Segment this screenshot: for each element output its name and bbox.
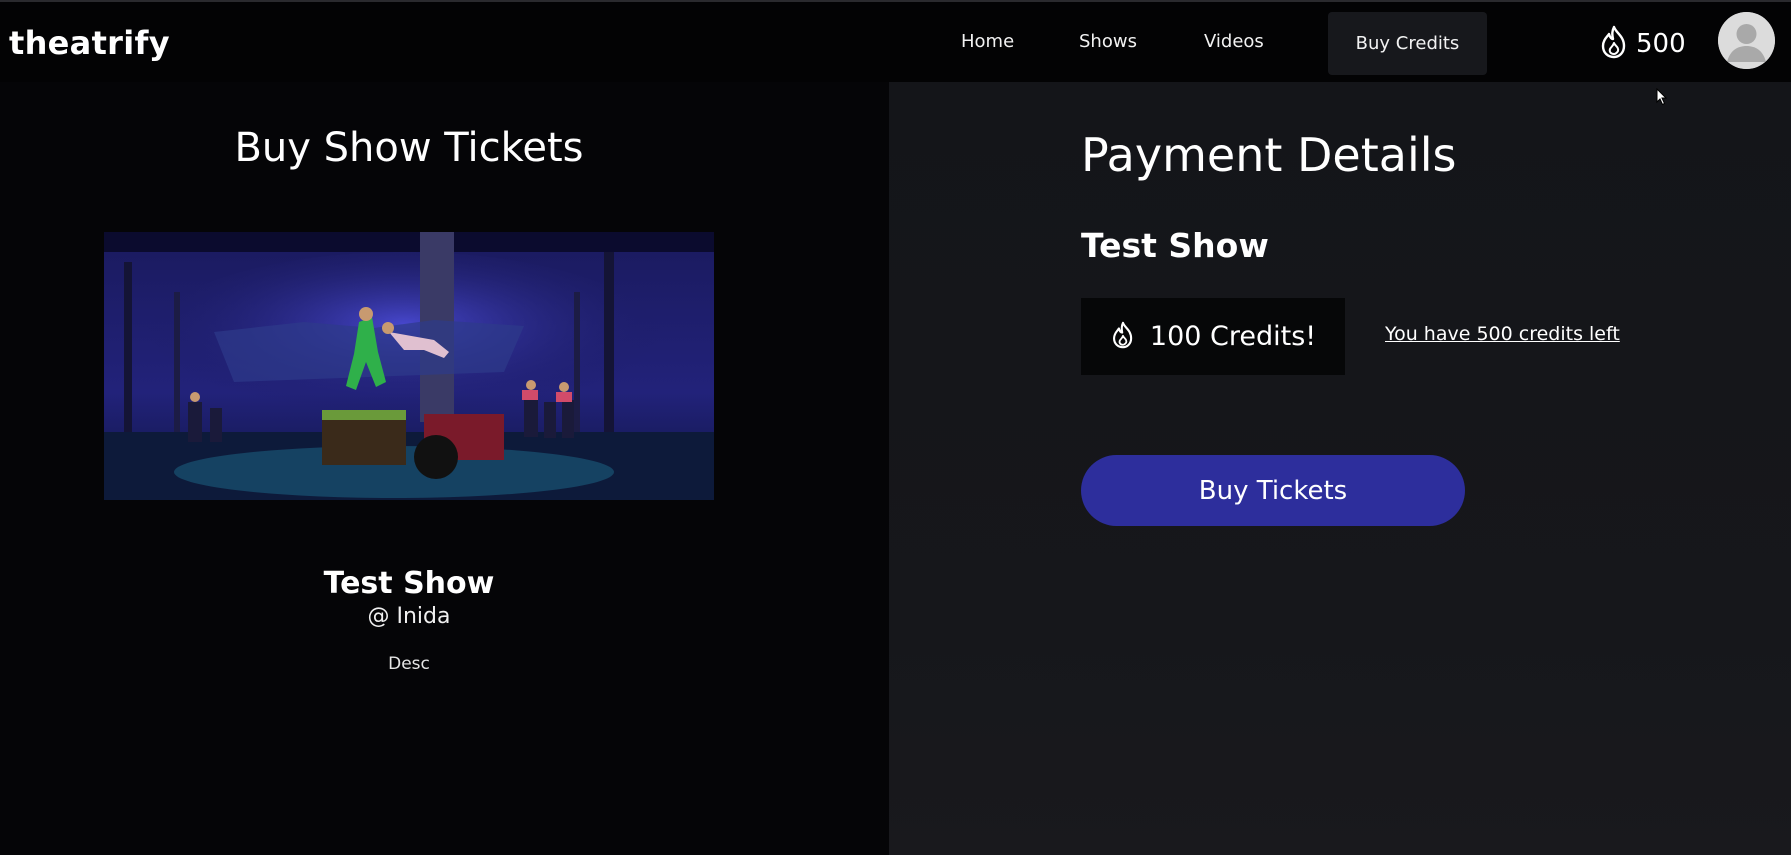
top-navbar: theatrify Home Shows Videos Buy Credits … xyxy=(0,0,1791,82)
buy-tickets-button[interactable]: Buy Tickets xyxy=(1081,455,1465,526)
price-badge: 100 Credits! xyxy=(1081,298,1345,375)
credits-left-link[interactable]: You have 500 credits left xyxy=(1385,323,1620,345)
show-image xyxy=(104,232,714,500)
page: theatrify Home Shows Videos Buy Credits … xyxy=(0,0,1791,855)
payment-show-name: Test Show xyxy=(1081,226,1269,265)
credits-balance: 500 xyxy=(1598,24,1686,64)
logo[interactable]: theatrify xyxy=(9,24,170,62)
nav-buy-credits-label: Buy Credits xyxy=(1355,33,1460,54)
credits-count: 500 xyxy=(1636,29,1686,59)
show-description: Desc xyxy=(388,654,430,674)
flame-icon xyxy=(1598,24,1630,64)
nav-shows-link[interactable]: Shows xyxy=(1079,31,1137,52)
show-title: Test Show xyxy=(323,566,495,601)
user-avatar-icon[interactable] xyxy=(1718,12,1775,69)
flame-icon xyxy=(1110,320,1136,354)
nav-videos-link[interactable]: Videos xyxy=(1204,31,1264,52)
show-location: @ Inida xyxy=(367,604,451,629)
page-title: Buy Show Tickets xyxy=(234,125,584,171)
nav-home-link[interactable]: Home xyxy=(961,31,1014,52)
payment-title: Payment Details xyxy=(1081,128,1457,182)
nav-buy-credits-button[interactable]: Buy Credits xyxy=(1328,12,1487,75)
mouse-cursor-icon xyxy=(1656,87,1668,110)
price-label: 100 Credits! xyxy=(1149,321,1317,352)
